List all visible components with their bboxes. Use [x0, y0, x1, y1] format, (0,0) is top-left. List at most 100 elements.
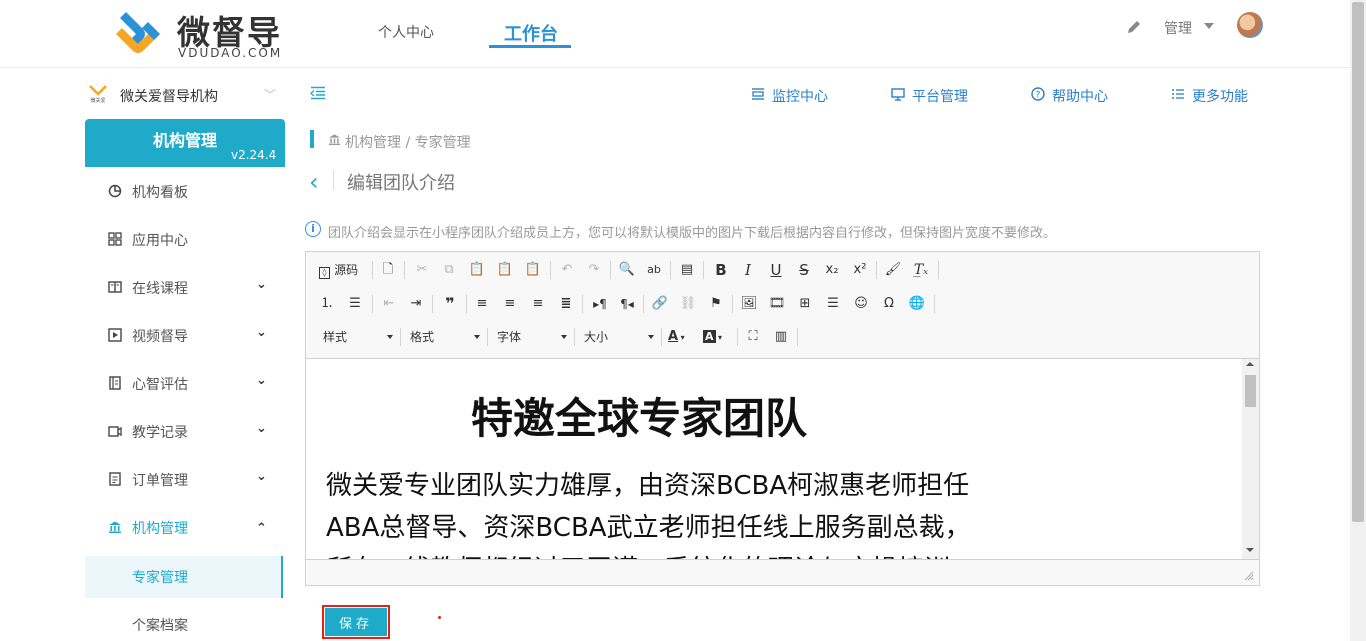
show-blocks-icon[interactable]: ▥	[771, 327, 791, 347]
strikethrough-icon[interactable]: S	[794, 260, 814, 280]
caret-down-icon	[474, 335, 480, 339]
sidebar-item-mind-assessment[interactable]: 心智评估 ⌄	[85, 360, 285, 408]
table-icon[interactable]: ⊞	[795, 294, 815, 314]
sidebar-item-label: 在线课程	[132, 281, 188, 297]
toolbar-divider	[732, 295, 733, 313]
copy-icon[interactable]: ⧉	[439, 260, 459, 280]
sidebar-subitem-label[interactable]: 专家管理	[132, 567, 188, 587]
rtl-icon[interactable]: ¶◂	[617, 294, 637, 314]
new-page-icon[interactable]: 🗋	[379, 260, 397, 280]
paste-word-icon[interactable]: 📋	[523, 260, 543, 280]
numbered-list-icon[interactable]: ⒈	[317, 294, 337, 314]
help-center-link[interactable]: 帮助中心	[1052, 86, 1108, 106]
chevron-down-icon[interactable]: ﹀	[264, 86, 276, 103]
sidebar-item-app-center[interactable]: 应用中心	[85, 216, 285, 264]
align-left-icon[interactable]: ≡	[472, 294, 492, 314]
sidebar-item-video-supervision[interactable]: 视频督导 ⌄	[85, 312, 285, 360]
page-scrollbar-thumb[interactable]	[1352, 2, 1364, 522]
maximize-icon[interactable]: ⛶	[743, 327, 763, 347]
align-center-icon[interactable]: ≡	[500, 294, 520, 314]
font-select[interactable]: 字体	[497, 326, 567, 348]
align-right-icon[interactable]: ≡	[528, 294, 548, 314]
desktop-icon[interactable]	[891, 87, 905, 101]
monitor-list-icon[interactable]	[751, 87, 765, 101]
scroll-up-arrow-icon[interactable]	[1246, 362, 1254, 366]
admin-menu-label[interactable]: 管理	[1164, 18, 1192, 38]
toolbar-divider	[550, 261, 551, 279]
video-icon[interactable]: 🎞	[767, 294, 787, 314]
sidebar-subitem-case-files[interactable]: 个案档案	[132, 615, 188, 635]
back-arrow-icon[interactable]: ‹	[309, 168, 319, 196]
replace-icon[interactable]: ab	[644, 260, 664, 280]
italic-icon[interactable]: I	[738, 260, 758, 280]
breadcrumb: 机构管理 / 专家管理	[345, 135, 471, 151]
toolbar-divider	[938, 261, 939, 279]
toolbar-divider	[487, 328, 488, 346]
divider	[333, 170, 334, 190]
globe-icon[interactable]: 🌐	[907, 294, 927, 314]
horizontal-line-icon[interactable]: ☰	[823, 294, 843, 314]
sidebar-item-dashboard[interactable]: 机构看板	[85, 168, 285, 216]
help-circle-icon[interactable]: ?	[1031, 87, 1045, 101]
more-features-link[interactable]: 更多功能	[1192, 86, 1248, 106]
blockquote-icon[interactable]: ❞	[440, 294, 460, 314]
redo-icon[interactable]: ↷	[584, 260, 604, 280]
org-name[interactable]: 微关爱督导机构	[120, 86, 218, 106]
editor-scrollbar-thumb[interactable]	[1245, 375, 1256, 407]
scroll-down-arrow-icon[interactable]	[1246, 548, 1254, 552]
monitor-center-link[interactable]: 监控中心	[772, 86, 828, 106]
format-select[interactable]: 格式	[410, 326, 480, 348]
caret-down-icon[interactable]	[1204, 23, 1214, 29]
subscript-icon[interactable]: x₂	[822, 260, 842, 280]
editor-statusbar-divider	[306, 559, 1259, 560]
unlink-icon[interactable]: ⛓	[678, 294, 698, 314]
source-button[interactable]: ◊ 源码	[319, 260, 365, 280]
underline-icon[interactable]: U	[766, 260, 786, 280]
indent-icon[interactable]: ⇥	[406, 294, 426, 314]
anchor-flag-icon[interactable]: ⚑	[706, 294, 726, 314]
outdent-icon[interactable]: ⇤	[379, 294, 399, 314]
cut-icon[interactable]: ✂	[412, 260, 432, 280]
sidebar-item-org-management[interactable]: 机构管理 ⌃	[85, 504, 285, 552]
sidebar-item-label: 应用中心	[132, 233, 188, 249]
platform-management-link[interactable]: 平台管理	[912, 86, 968, 106]
content-paragraph-line: ABA总督导、资深BCBA武立老师担任线上服务副总裁，	[326, 513, 971, 543]
size-select[interactable]: 大小	[584, 326, 654, 348]
special-char-icon[interactable]: Ω	[879, 294, 899, 314]
sidebar-item-order-management[interactable]: 订单管理 ⌄	[85, 456, 285, 504]
toolbar-divider	[797, 328, 798, 346]
editor-content[interactable]: 特邀全球专家团队 微关爱专业团队实力雄厚，由资深BCBA柯淑惠老师担任 ABA总…	[306, 359, 1242, 559]
camera-icon	[108, 426, 122, 437]
resize-grip-icon[interactable]	[1244, 571, 1254, 581]
sidebar-item-teaching-records[interactable]: 教学记录 ⌄	[85, 408, 285, 456]
format-painter-icon[interactable]: 🖌	[883, 260, 903, 280]
superscript-icon[interactable]: x²	[850, 260, 870, 280]
list-icon[interactable]	[1171, 87, 1185, 101]
ltr-icon[interactable]: ▸¶	[590, 294, 610, 314]
avatar[interactable]	[1237, 12, 1263, 38]
collapse-sidebar-icon[interactable]	[310, 86, 326, 100]
tab-workbench[interactable]: 工作台	[504, 20, 558, 46]
text-color-button[interactable]: A ▾	[668, 327, 696, 347]
undo-icon[interactable]: ↶	[557, 260, 577, 280]
style-select[interactable]: 样式	[323, 326, 393, 348]
sidebar-item-online-courses[interactable]: 在线课程 ⌄	[85, 264, 285, 312]
bulleted-list-icon[interactable]: ☰	[345, 294, 365, 314]
paste-text-icon[interactable]: 📋	[495, 260, 515, 280]
save-button[interactable]: 保存	[325, 608, 387, 636]
pencil-icon[interactable]	[1126, 19, 1142, 35]
align-justify-icon[interactable]: ≣	[556, 294, 576, 314]
remove-format-icon[interactable]: T̲ₓ	[911, 260, 931, 280]
find-icon[interactable]: 🔍	[617, 260, 637, 280]
select-all-icon[interactable]: ▤	[677, 260, 697, 280]
bg-color-button[interactable]: A ▾	[703, 327, 731, 347]
sidebar-item-label: 教学记录	[132, 425, 188, 441]
tab-personal-center[interactable]: 个人中心	[378, 22, 434, 42]
toolbar-divider	[703, 261, 704, 279]
link-icon[interactable]: 🔗	[650, 294, 670, 314]
smiley-icon[interactable]: ☺	[851, 294, 871, 314]
paste-icon[interactable]: 📋	[467, 260, 487, 280]
bold-icon[interactable]: B	[711, 260, 731, 280]
image-icon[interactable]: 🖼	[739, 294, 759, 314]
toolbar-divider	[661, 328, 662, 346]
